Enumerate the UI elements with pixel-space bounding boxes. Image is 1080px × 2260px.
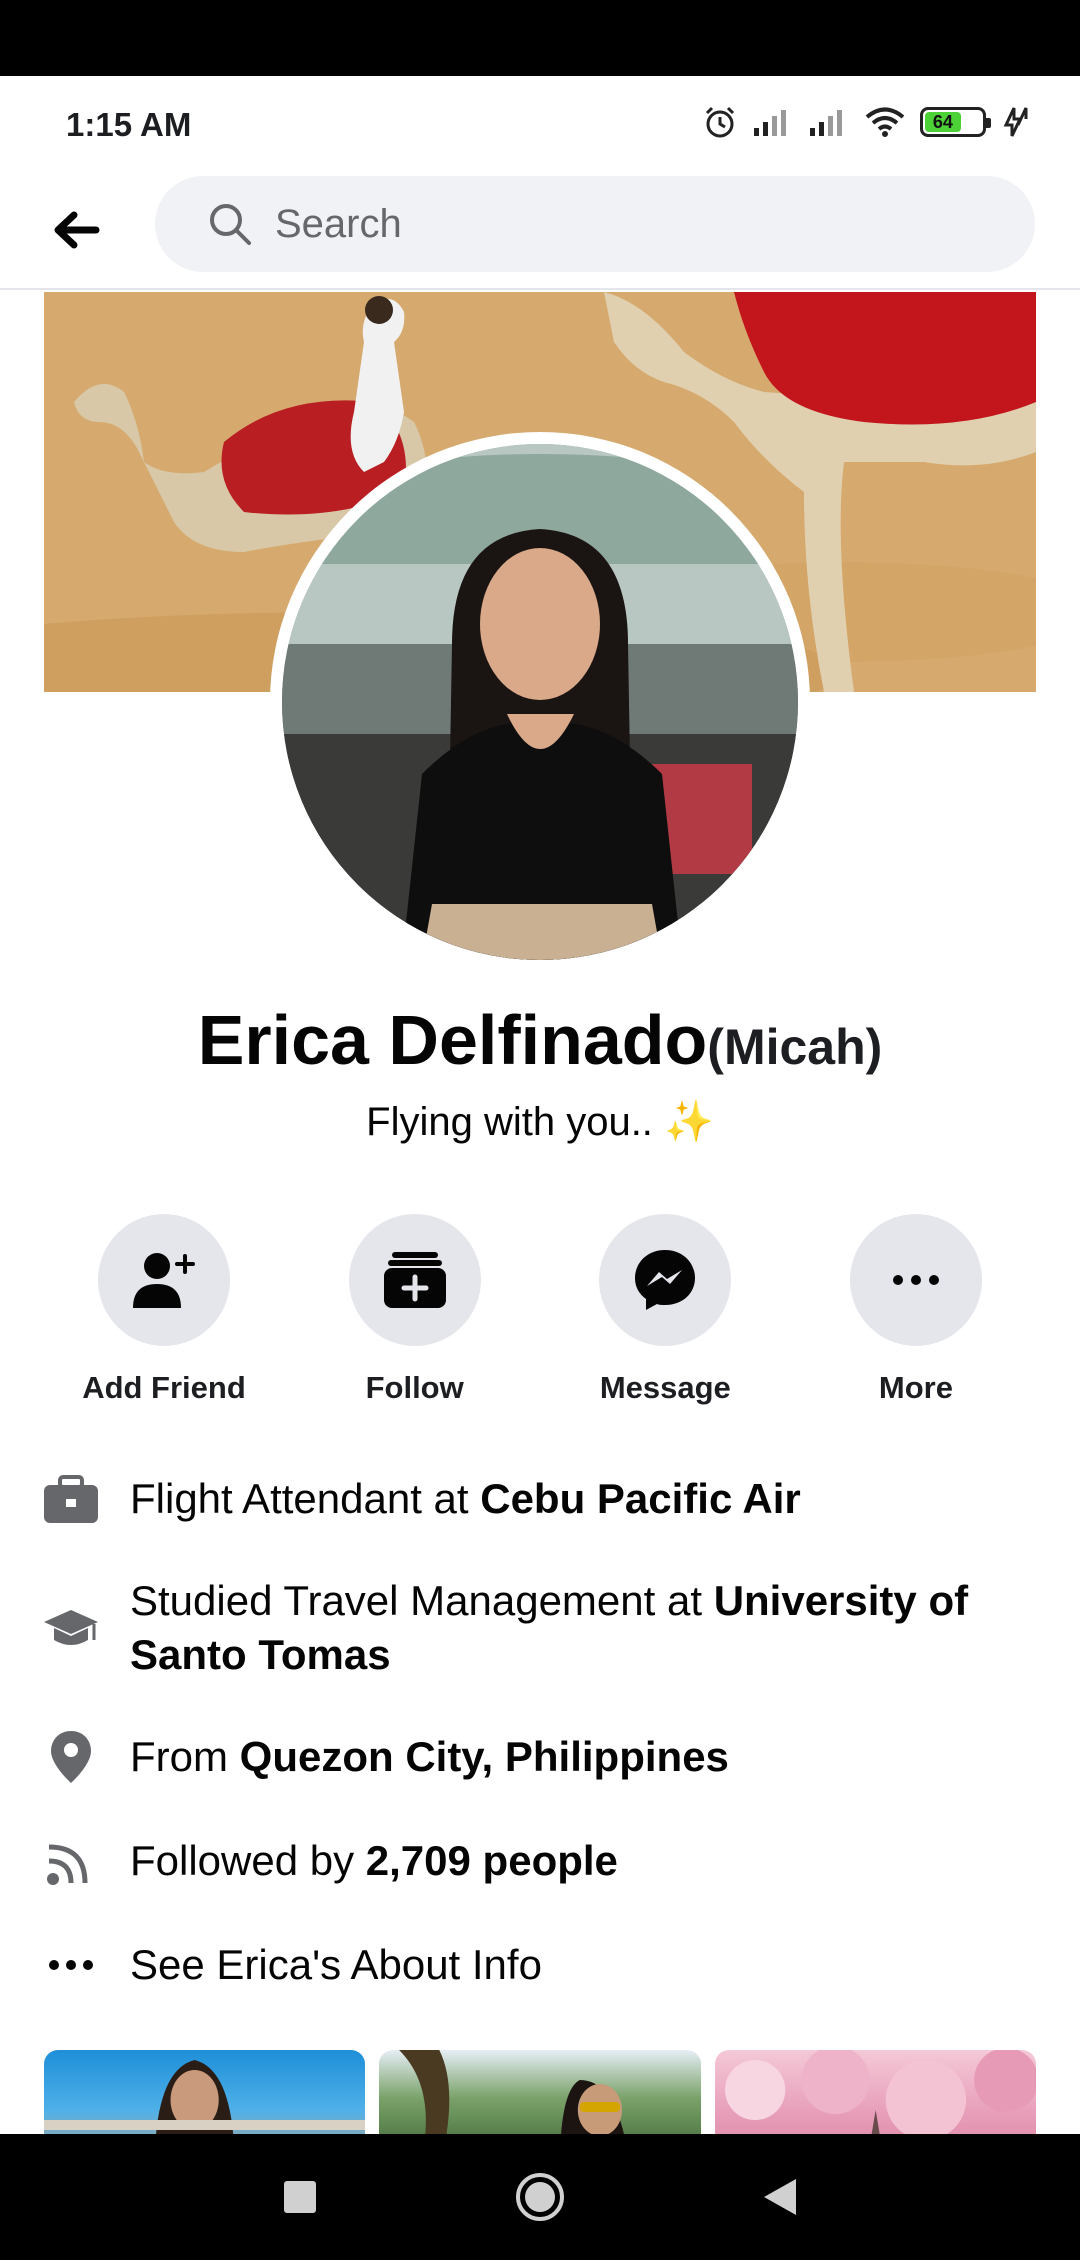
top-system-area	[0, 0, 1080, 76]
back-button[interactable]	[46, 200, 106, 260]
search-icon	[210, 204, 251, 245]
work-prefix: Flight Attendant at	[130, 1475, 481, 1522]
graduation-cap-icon	[42, 1599, 100, 1657]
status-time: 1:15 AM	[66, 106, 192, 143]
briefcase-icon	[42, 1470, 100, 1528]
more-dots-icon	[42, 1936, 100, 1994]
messenger-icon	[635, 1250, 696, 1310]
featured-photo[interactable]	[714, 2050, 1036, 2134]
triangle-back-icon	[764, 2179, 796, 2215]
search-input[interactable]: Search	[155, 176, 1035, 272]
message-label: Message	[599, 1370, 731, 1405]
alarm-icon	[705, 106, 735, 138]
location-pin-icon	[42, 1728, 100, 1786]
square-icon	[284, 2181, 316, 2213]
signal-icon	[754, 110, 786, 136]
info-followers: Followed by 2,709 people	[42, 1832, 1042, 1890]
app-header: Search	[0, 172, 1080, 290]
add-friend-label: Add Friend	[82, 1370, 246, 1405]
location-prefix: From	[130, 1733, 240, 1780]
back-nav-button[interactable]	[740, 2157, 820, 2237]
message-circle	[599, 1214, 732, 1346]
intro-info-list: Flight Attendant at Cebu Pacific Air Stu…	[42, 1470, 1042, 2040]
follow-label: Follow	[365, 1370, 464, 1405]
charging-icon	[1003, 107, 1028, 137]
add-friend-button[interactable]: Add Friend	[40, 1214, 288, 1414]
followers-prefix: Followed by	[130, 1837, 366, 1884]
education-prefix: Studied Travel Management at	[130, 1577, 714, 1624]
home-circle-icon	[516, 2173, 564, 2221]
rss-feed-icon	[42, 1832, 100, 1890]
info-education: Studied Travel Management at University …	[42, 1574, 1042, 1682]
work-company[interactable]: Cebu Pacific Air	[480, 1475, 801, 1522]
featured-photos	[44, 2050, 1036, 2134]
more-button[interactable]: More	[792, 1214, 1040, 1414]
info-work: Flight Attendant at Cebu Pacific Air	[42, 1470, 1042, 1528]
wifi-icon	[865, 107, 905, 137]
profile-picture[interactable]	[270, 432, 810, 972]
avatar	[282, 444, 798, 960]
profile-name: Erica Delfinado(Micah)	[0, 1000, 1080, 1080]
more-circle	[849, 1214, 982, 1346]
follow-circle	[348, 1214, 481, 1346]
more-icon	[892, 1275, 939, 1285]
info-about-link[interactable]: See Erica's About Info	[42, 1936, 1042, 1994]
message-button[interactable]: Message	[541, 1214, 789, 1414]
status-icons: 64	[702, 104, 1030, 140]
sparkle-emoji: ✨	[664, 1100, 714, 1144]
add-friend-circle	[98, 1214, 230, 1346]
follow-button[interactable]: Follow	[291, 1214, 539, 1414]
profile-bio: Flying with you.. ✨	[0, 1098, 1080, 1145]
arrow-left-icon	[54, 211, 100, 249]
follow-icon	[383, 1252, 446, 1308]
system-navigation-bar	[0, 2134, 1080, 2260]
info-location: From Quezon City, Philippines	[42, 1728, 1042, 1786]
signal-icon	[810, 110, 842, 136]
profile-actions: Add Friend Follow Message More	[40, 1214, 1040, 1414]
battery-level: 64	[925, 112, 961, 132]
add-friend-icon	[133, 1253, 195, 1308]
avatar-image	[282, 444, 798, 960]
about-info-text: See Erica's About Info	[130, 1941, 542, 1988]
profile-name-text: Erica Delfinado	[197, 1001, 708, 1079]
featured-photo[interactable]	[379, 2050, 701, 2134]
profile-alternate-name: (Micah)	[707, 1019, 883, 1075]
followers-count[interactable]: 2,709 people	[366, 1837, 618, 1884]
recent-apps-button[interactable]	[260, 2157, 340, 2237]
battery-icon: 64	[920, 107, 991, 137]
home-button[interactable]	[500, 2157, 580, 2237]
search-placeholder: Search	[275, 201, 402, 246]
bio-text: Flying with you..	[366, 1100, 653, 1144]
status-bar: 1:15 AM 64	[0, 76, 1080, 172]
featured-photo[interactable]	[44, 2050, 366, 2134]
location-place[interactable]: Quezon City, Philippines	[240, 1733, 729, 1780]
more-label: More	[878, 1370, 953, 1405]
